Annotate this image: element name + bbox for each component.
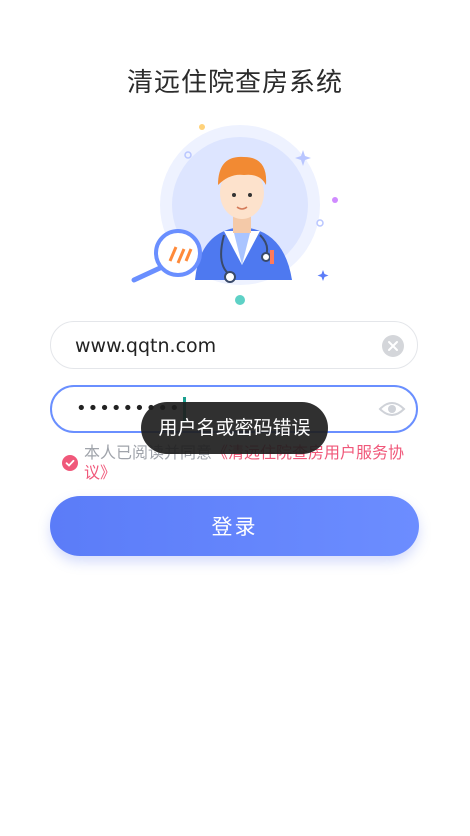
- error-toast: 用户名或密码错误: [141, 402, 328, 454]
- username-field[interactable]: www.qqtn.com: [50, 321, 418, 369]
- login-button[interactable]: 登录: [50, 496, 419, 556]
- eye-icon[interactable]: [378, 397, 406, 421]
- doctor-illustration: [120, 115, 360, 315]
- clear-icon[interactable]: [381, 334, 405, 358]
- username-value: www.qqtn.com: [75, 335, 217, 357]
- check-icon[interactable]: [62, 455, 78, 471]
- app-title: 清远住院查房系统: [126, 68, 343, 98]
